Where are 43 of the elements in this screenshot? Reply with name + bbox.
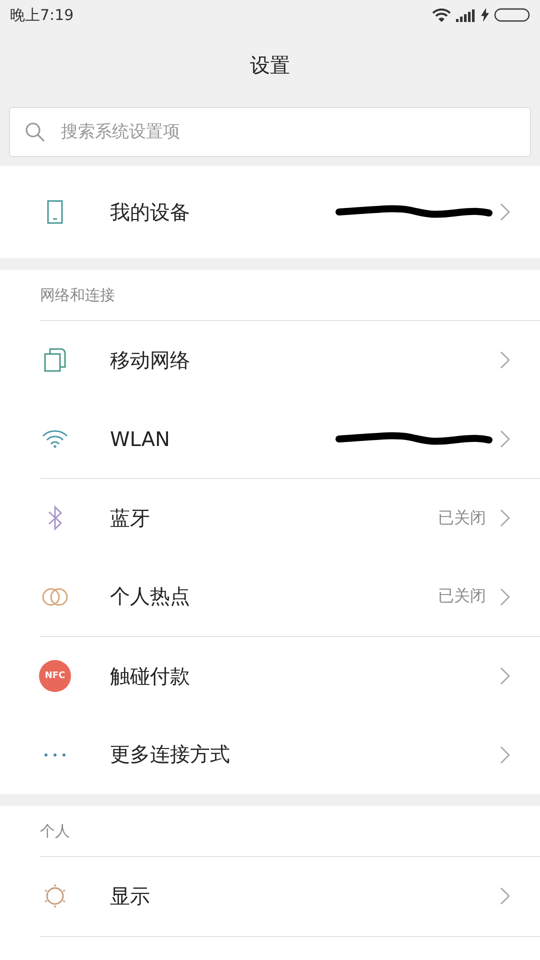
- row-value: 已关闭: [438, 508, 486, 529]
- battery-icon: [494, 8, 530, 22]
- phone-icon: [47, 200, 63, 224]
- page-title: 设置: [250, 52, 290, 78]
- chevron-icon: [500, 430, 510, 448]
- chevron-icon: [500, 667, 510, 686]
- settings-row[interactable]: 移动网络: [0, 321, 540, 400]
- row-label: 显示: [110, 882, 150, 910]
- bluetooth-icon: [47, 505, 63, 532]
- settings-row[interactable]: 个人热点 已关闭: [0, 558, 540, 636]
- settings-row[interactable]: 显示: [0, 857, 540, 936]
- rings-icon: [41, 586, 69, 607]
- chevron-icon: [500, 351, 510, 370]
- row-value: 已关闭: [438, 586, 486, 608]
- row-label: 个人热点: [110, 583, 190, 610]
- row-label: 我的设备: [110, 198, 190, 226]
- row-label: WLAN: [110, 426, 170, 451]
- chevron-icon: [500, 203, 510, 221]
- chevron-icon: [500, 746, 510, 764]
- sim-cards-icon: [44, 348, 66, 372]
- chevron-icon: [500, 887, 510, 906]
- settings-row[interactable]: WLAN: [0, 400, 540, 478]
- settings-row[interactable]: NFC 触碰付款: [0, 637, 540, 716]
- search-field[interactable]: 搜索系统设置项: [9, 107, 531, 157]
- settings-row[interactable]: 我的设备: [0, 166, 540, 258]
- row-label: 蓝牙: [110, 504, 150, 532]
- settings-row[interactable]: 蓝牙 已关闭: [0, 479, 540, 558]
- status-time: 晚上7:19: [10, 6, 74, 24]
- section-header: 网络和连接: [40, 286, 115, 304]
- sun-icon: [42, 883, 68, 910]
- row-label: 触碰付款: [110, 662, 190, 690]
- cell-signal-icon: [456, 8, 476, 22]
- section-header: 个人: [40, 822, 70, 840]
- wifi-signal-icon: [432, 8, 451, 22]
- more-dots-icon: [44, 752, 66, 757]
- row-label: 更多连接方式: [110, 741, 230, 768]
- chevron-icon: [500, 509, 510, 528]
- nfc-icon: NFC: [39, 660, 71, 692]
- wifi-icon: [42, 430, 68, 448]
- row-label: 移动网络: [110, 346, 190, 374]
- chevron-icon: [500, 588, 510, 606]
- charging-icon: [481, 8, 489, 22]
- settings-row[interactable]: 更多连接方式: [0, 716, 540, 794]
